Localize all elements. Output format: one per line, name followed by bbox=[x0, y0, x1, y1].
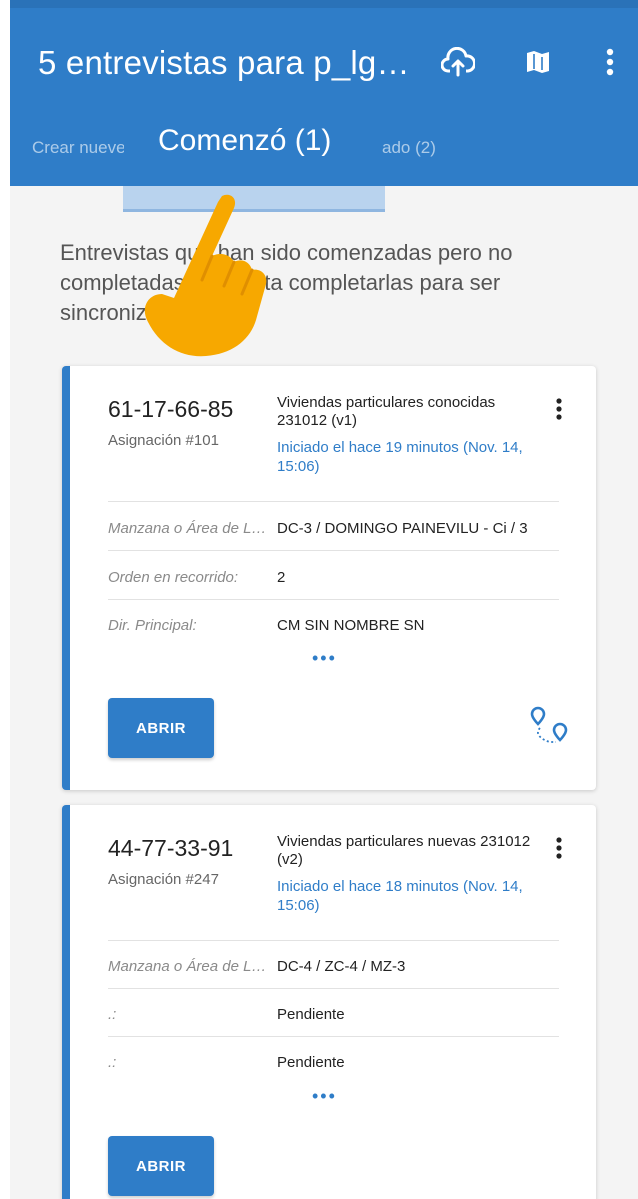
interview-code: 44-77-33-91 bbox=[108, 835, 234, 861]
divider bbox=[108, 501, 559, 502]
interview-code: 61-17-66-85 bbox=[108, 396, 234, 422]
route-icon[interactable] bbox=[528, 704, 574, 755]
field-label: .: bbox=[108, 1054, 117, 1071]
card-menu-icon[interactable] bbox=[544, 394, 574, 424]
assignment-number: Asignación #101 bbox=[108, 432, 219, 449]
field-value: 2 bbox=[277, 569, 286, 586]
more-vert-icon[interactable] bbox=[590, 42, 630, 82]
tab-started[interactable]: Comenzó (1) bbox=[158, 124, 331, 158]
show-more-dots[interactable]: ••• bbox=[312, 1086, 337, 1107]
tap-hand-icon bbox=[136, 190, 286, 375]
tab-completed[interactable]: ado (2) bbox=[382, 138, 462, 158]
field-value: Pendiente bbox=[277, 1054, 345, 1071]
cloud-upload-icon[interactable] bbox=[438, 42, 478, 82]
show-more-dots[interactable]: ••• bbox=[312, 648, 337, 669]
tab-create-new[interactable]: Crear nueve bbox=[32, 138, 124, 158]
divider bbox=[108, 1036, 559, 1037]
started-time: Iniciado el hace 19 minutos (Nov. 14, 15… bbox=[277, 439, 523, 475]
divider bbox=[108, 599, 559, 600]
open-button[interactable]: ABRIR bbox=[108, 698, 214, 758]
divider bbox=[108, 550, 559, 551]
map-icon[interactable] bbox=[518, 42, 558, 82]
field-label: .: bbox=[108, 1006, 117, 1023]
started-time: Iniciado el hace 18 minutos (Nov. 14, 15… bbox=[277, 878, 523, 914]
page-title: 5 entrevistas para p_lg… bbox=[38, 44, 410, 81]
divider bbox=[108, 988, 559, 989]
survey-name: Viviendas particulares nuevas 231012 (v2… bbox=[277, 833, 531, 868]
field-label: Manzana o Área de L… bbox=[108, 958, 267, 975]
interview-card[interactable]: 44-77-33-91 Asignación #247 Viviendas pa… bbox=[62, 805, 596, 1199]
divider bbox=[108, 940, 559, 941]
field-value: DC-4 / ZC-4 / MZ-3 bbox=[277, 958, 406, 975]
field-label: Dir. Principal: bbox=[108, 617, 197, 634]
field-label: Manzana o Área de L… bbox=[108, 520, 267, 537]
assignment-number: Asignación #247 bbox=[108, 871, 219, 888]
survey-name: Viviendas particulares conocidas 231012 … bbox=[277, 394, 496, 429]
field-value: DC-3 / DOMINGO PAINEVILU - Ci / 3 bbox=[277, 520, 528, 537]
status-bar bbox=[10, 0, 638, 8]
open-button[interactable]: ABRIR bbox=[108, 1136, 214, 1196]
card-menu-icon[interactable] bbox=[544, 833, 574, 863]
app-bar: 5 entrevistas para p_lg… Crear nueve Com… bbox=[10, 0, 638, 186]
interview-card[interactable]: 61-17-66-85 Asignación #101 Viviendas pa… bbox=[62, 366, 596, 790]
field-label: Orden en recorrido: bbox=[108, 569, 239, 586]
field-value: CM SIN NOMBRE SN bbox=[277, 617, 425, 634]
screen: 5 entrevistas para p_lg… Crear nueve Com… bbox=[10, 0, 638, 1199]
field-value: Pendiente bbox=[277, 1006, 345, 1023]
